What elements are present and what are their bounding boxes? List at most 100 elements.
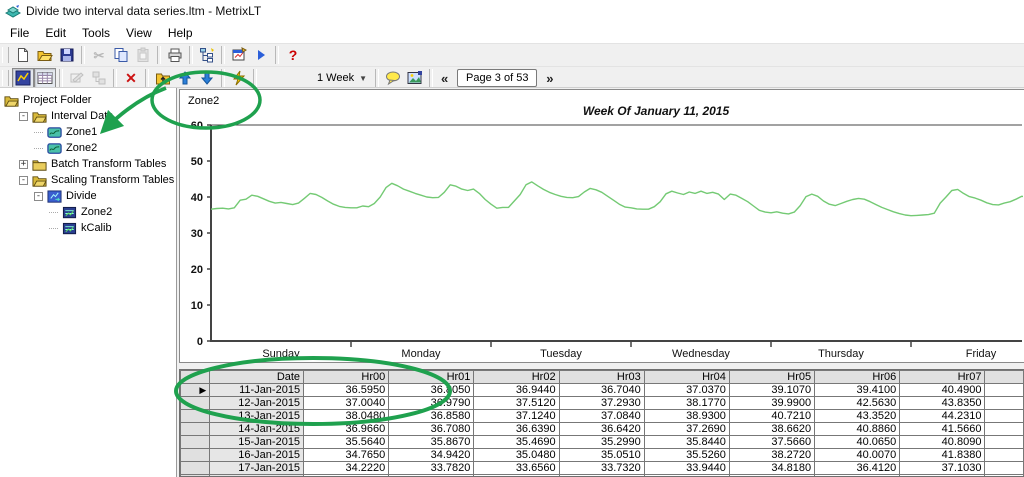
save-button[interactable] <box>56 45 78 65</box>
value-cell[interactable]: 35.5260 <box>644 449 729 462</box>
value-cell[interactable]: 36.5950 <box>304 384 389 397</box>
grid-column-header-hr07[interactable]: Hr07 <box>900 371 985 384</box>
value-cell[interactable]: 36.6420 <box>559 423 644 436</box>
row-selector-cell[interactable]: ▶ <box>181 384 210 397</box>
tree-item-zone2[interactable]: Zone2 <box>0 204 176 220</box>
grid-column-header-hr01[interactable]: Hr01 <box>389 371 474 384</box>
value-cell[interactable]: 34.9420 <box>389 449 474 462</box>
menu-item-tools[interactable]: Tools <box>74 24 118 42</box>
value-cell[interactable]: 35.8670 <box>389 436 474 449</box>
value-cell[interactable]: 35.0480 <box>474 449 559 462</box>
tree-item-divide[interactable]: -Divide <box>0 188 176 204</box>
value-cell[interactable]: 33.6560 <box>474 462 559 475</box>
value-cell[interactable]: 38.2720 <box>729 449 814 462</box>
value-cell[interactable]: 36.8580 <box>389 410 474 423</box>
tree-item-zone1[interactable]: Zone1 <box>0 124 176 140</box>
value-cell[interactable]: 36.8050 <box>389 384 474 397</box>
grid-column-header-hr06[interactable]: Hr06 <box>815 371 900 384</box>
value-cell[interactable]: 40.8090 <box>900 436 985 449</box>
open-file-button[interactable] <box>34 45 56 65</box>
grid-column-header-hr05[interactable]: Hr05 <box>729 371 814 384</box>
move-up-button[interactable] <box>174 68 196 88</box>
run-transform-button[interactable] <box>228 68 250 88</box>
value-cell[interactable]: 33.7320 <box>559 462 644 475</box>
value-cell[interactable]: 36.7080 <box>389 423 474 436</box>
value-cell[interactable]: 43.8350 <box>900 397 985 410</box>
value-cell[interactable]: 37.2690 <box>644 423 729 436</box>
row-selector-cell[interactable] <box>181 410 210 423</box>
grid-column-header-hr04[interactable]: Hr04 <box>644 371 729 384</box>
grid-column-header-date[interactable]: Date <box>210 371 304 384</box>
value-cell[interactable]: 37.2930 <box>559 397 644 410</box>
value-cell[interactable]: 33.7820 <box>389 462 474 475</box>
copy-button[interactable] <box>110 45 132 65</box>
value-cell[interactable]: 39.1070 <box>729 384 814 397</box>
next-page-button[interactable]: » <box>541 70 558 87</box>
value-cell[interactable]: 38.6620 <box>729 423 814 436</box>
value-cell[interactable]: 37.5660 <box>729 436 814 449</box>
value-cell[interactable]: 36.9790 <box>389 397 474 410</box>
row-selector-cell[interactable] <box>181 436 210 449</box>
value-cell[interactable]: 40.8860 <box>815 423 900 436</box>
value-cell[interactable]: 35.2990 <box>559 436 644 449</box>
toolbar-grip-2[interactable] <box>2 70 9 86</box>
value-cell[interactable]: 42.5630 <box>815 397 900 410</box>
value-cell[interactable]: 34.7650 <box>304 449 389 462</box>
menu-item-help[interactable]: Help <box>160 24 201 42</box>
run-button[interactable] <box>250 45 272 65</box>
grid-column-header-hr03[interactable]: Hr03 <box>559 371 644 384</box>
value-cell[interactable]: 36.4120 <box>815 462 900 475</box>
date-cell[interactable]: 17-Jan-2015 <box>210 462 304 475</box>
grid-corner-cell[interactable] <box>181 371 210 384</box>
delete-button[interactable]: ✕ <box>120 68 142 88</box>
date-cell[interactable]: 12-Jan-2015 <box>210 397 304 410</box>
value-cell[interactable]: 37.0370 <box>644 384 729 397</box>
tree-item-batch-transform-tables[interactable]: +Batch Transform Tables <box>0 156 176 172</box>
tree-item-scaling-transform-tables[interactable]: -Scaling Transform Tables <box>0 172 176 188</box>
comment-button[interactable] <box>382 68 404 88</box>
collapse-icon[interactable]: - <box>34 192 43 201</box>
period-select[interactable]: 1 Week ▼ <box>312 70 372 86</box>
value-cell[interactable]: 35.8440 <box>644 436 729 449</box>
tree-item-project-folder[interactable]: Project Folder <box>0 92 176 108</box>
value-cell[interactable]: 37.5120 <box>474 397 559 410</box>
value-cell[interactable]: 36.7040 <box>559 384 644 397</box>
value-cell[interactable]: 37.0840 <box>559 410 644 423</box>
tree-item-kcalib[interactable]: kCalib <box>0 220 176 236</box>
value-cell[interactable]: 38.9300 <box>644 410 729 423</box>
report-window-button[interactable] <box>228 45 250 65</box>
value-cell[interactable]: 36.9660 <box>304 423 389 436</box>
value-cell[interactable]: 37.1240 <box>474 410 559 423</box>
page-indicator[interactable]: Page 3 of 53 <box>457 69 537 87</box>
value-cell[interactable]: 37.0040 <box>304 397 389 410</box>
value-cell[interactable]: 33.9440 <box>644 462 729 475</box>
value-cell[interactable]: 34.8180 <box>729 462 814 475</box>
print-button[interactable] <box>164 45 186 65</box>
menu-item-file[interactable]: File <box>2 24 37 42</box>
value-cell[interactable]: 40.7210 <box>729 410 814 423</box>
row-selector-cell[interactable] <box>181 449 210 462</box>
value-cell[interactable]: 44.2310 <box>900 410 985 423</box>
prev-page-button[interactable]: « <box>436 70 453 87</box>
value-cell[interactable]: 34.2220 <box>304 462 389 475</box>
date-cell[interactable]: 13-Jan-2015 <box>210 410 304 423</box>
value-cell[interactable]: 36.9440 <box>474 384 559 397</box>
value-cell[interactable]: 40.0070 <box>815 449 900 462</box>
move-down-button[interactable] <box>196 68 218 88</box>
tree-item-interval-data[interactable]: -Interval Data <box>0 108 176 124</box>
value-cell[interactable]: 39.4100 <box>815 384 900 397</box>
value-cell[interactable]: 41.5660 <box>900 423 985 436</box>
row-selector-cell[interactable] <box>181 423 210 436</box>
cut-button[interactable]: ✂ <box>88 45 110 65</box>
date-cell[interactable]: 14-Jan-2015 <box>210 423 304 436</box>
value-cell[interactable]: 39.9900 <box>729 397 814 410</box>
date-cell[interactable]: 11-Jan-2015 <box>210 384 304 397</box>
grid-column-header-hr02[interactable]: Hr02 <box>474 371 559 384</box>
value-cell[interactable]: 35.5640 <box>304 436 389 449</box>
value-cell[interactable]: 36.6390 <box>474 423 559 436</box>
copy-image-button[interactable] <box>404 68 426 88</box>
value-cell[interactable]: 40.0650 <box>815 436 900 449</box>
toolbar-grip[interactable] <box>2 47 9 63</box>
expand-icon[interactable]: + <box>19 160 28 169</box>
value-cell[interactable]: 43.3520 <box>815 410 900 423</box>
